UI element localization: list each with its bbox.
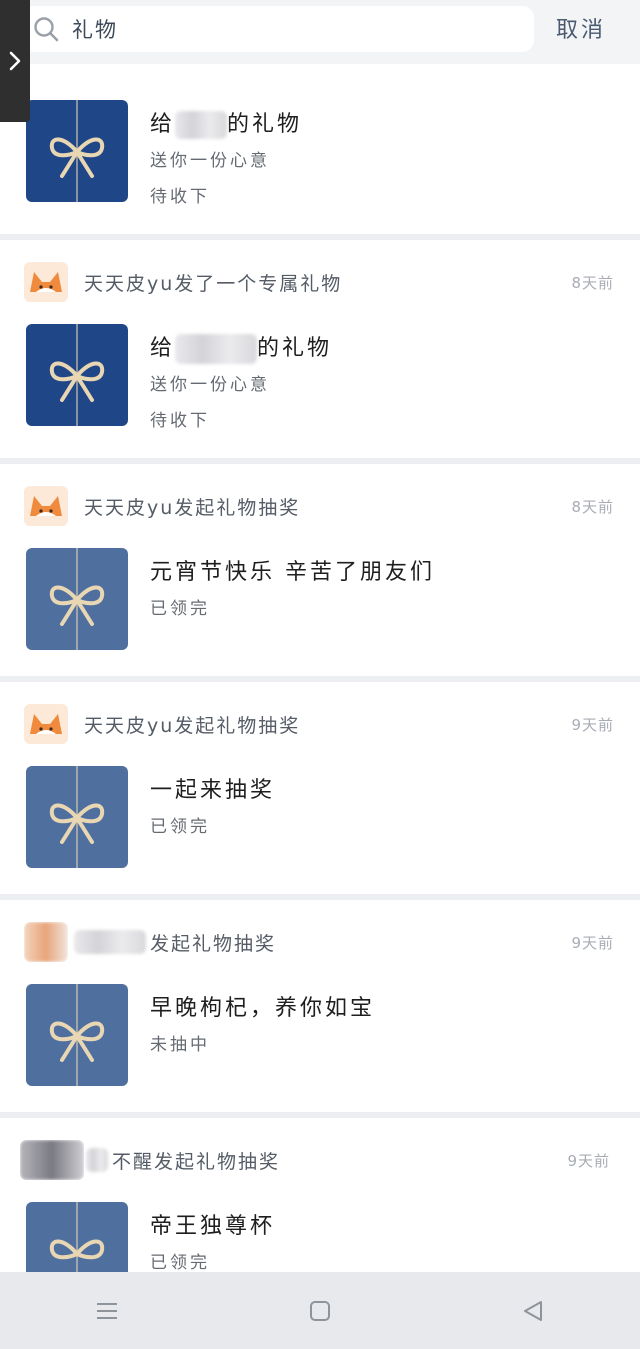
blurred-name	[175, 111, 228, 139]
ribbon-bow-icon	[49, 984, 105, 1086]
ribbon-bow-icon	[49, 324, 105, 426]
gift-status: 已领完	[150, 1253, 210, 1273]
card-actor: 天天皮yu发起礼物抽奖	[84, 496, 301, 519]
nav-menu-button[interactable]	[87, 1291, 127, 1331]
gift-title: 给 的礼物	[150, 330, 332, 364]
back-triangle-icon	[524, 1300, 543, 1321]
gift-thumbnail	[26, 766, 128, 868]
gift-status: 未抽中	[150, 1035, 210, 1055]
nav-back-button[interactable]	[513, 1291, 553, 1331]
search-input[interactable]: 礼物	[22, 6, 534, 52]
side-drawer-handle[interactable]	[0, 0, 30, 122]
search-icon	[34, 17, 59, 42]
card-header: 不醒发起礼物抽奖 9天前	[20, 1140, 610, 1180]
fox-avatar[interactable]	[24, 262, 68, 302]
blurred-name	[74, 930, 146, 954]
ribbon-bow-icon	[49, 548, 105, 650]
gift-status: 已领完	[150, 817, 210, 837]
card-time: 9天前	[571, 933, 614, 952]
gift-thumbnail	[26, 100, 128, 202]
chevron-right-icon	[9, 51, 21, 71]
card-actor: 天天皮yu发了一个专属礼物	[84, 272, 343, 295]
blurred-name	[86, 1148, 108, 1172]
search-bar: 礼物 取消	[0, 0, 640, 64]
gift-title: 元宵节快乐 辛苦了朋友们	[150, 560, 435, 585]
gift-card[interactable]: 天天皮yu发起礼物抽奖 9天前 一起来抽奖 已领完	[0, 682, 640, 894]
card-actor: 发起礼物抽奖	[150, 932, 277, 955]
fox-avatar[interactable]	[24, 704, 68, 744]
card-time: 8天前	[571, 497, 614, 516]
gift-title: 早晚枸杞，养你如宝	[150, 996, 376, 1021]
gift-thumbnail	[26, 324, 128, 426]
card-header: 天天皮yu发了一个专属礼物 8天前	[24, 262, 614, 302]
card-header: 天天皮yu发起礼物抽奖 8天前	[24, 486, 614, 526]
fox-avatar[interactable]	[24, 486, 68, 526]
gift-title-suffix: 的礼物	[227, 112, 303, 137]
gift-title-prefix: 给	[150, 112, 176, 137]
gift-card[interactable]: 发起礼物抽奖 9天前 早晚枸杞，养你如宝 未抽中	[0, 900, 640, 1112]
card-time: 9天前	[571, 715, 614, 734]
menu-icon	[96, 1302, 117, 1319]
card-time: 8天前	[571, 273, 614, 292]
home-square-icon	[309, 1300, 330, 1321]
nav-home-button[interactable]	[300, 1291, 340, 1331]
gift-message: 送你一份心意	[150, 375, 270, 395]
gift-title: 给 的礼物	[150, 106, 302, 139]
cancel-button[interactable]: 取消	[556, 12, 606, 44]
gift-title: 一起来抽奖	[150, 778, 276, 803]
blurred-avatar[interactable]	[24, 922, 68, 962]
card-actor: 天天皮yu发起礼物抽奖	[84, 714, 301, 737]
card-actor: 不醒发起礼物抽奖	[112, 1150, 281, 1173]
gift-status: 待收下	[150, 187, 210, 207]
gift-card[interactable]: 天天皮yu发了一个专属礼物 8天前 给 的礼物 送你一份心意 待收下	[0, 240, 640, 458]
blurred-avatar[interactable]	[20, 1140, 84, 1180]
gift-card[interactable]: 不醒发起礼物抽奖 9天前 帝王独尊杯 已领完	[0, 1118, 640, 1304]
gift-thumbnail	[26, 984, 128, 1086]
card-time: 9天前	[567, 1151, 610, 1170]
card-header: 天天皮yu发起礼物抽奖 9天前	[24, 704, 614, 744]
gift-title-prefix: 给	[150, 336, 176, 361]
gift-message: 送你一份心意	[150, 151, 270, 171]
gift-status: 已领完	[150, 599, 210, 619]
gift-status: 待收下	[150, 411, 210, 431]
gift-title-suffix: 的礼物	[257, 336, 333, 361]
system-nav-bar	[0, 1272, 640, 1349]
card-header: 发起礼物抽奖 9天前	[24, 922, 614, 962]
search-query: 礼物	[72, 18, 118, 42]
ribbon-bow-icon	[49, 100, 105, 202]
ribbon-bow-icon	[49, 766, 105, 868]
gift-title: 帝王独尊杯	[150, 1214, 276, 1239]
gift-card[interactable]: 天天皮yu发起礼物抽奖 8天前 元宵节快乐 辛苦了朋友们 已领完	[0, 464, 640, 676]
gift-thumbnail	[26, 548, 128, 650]
blurred-name	[175, 334, 258, 364]
